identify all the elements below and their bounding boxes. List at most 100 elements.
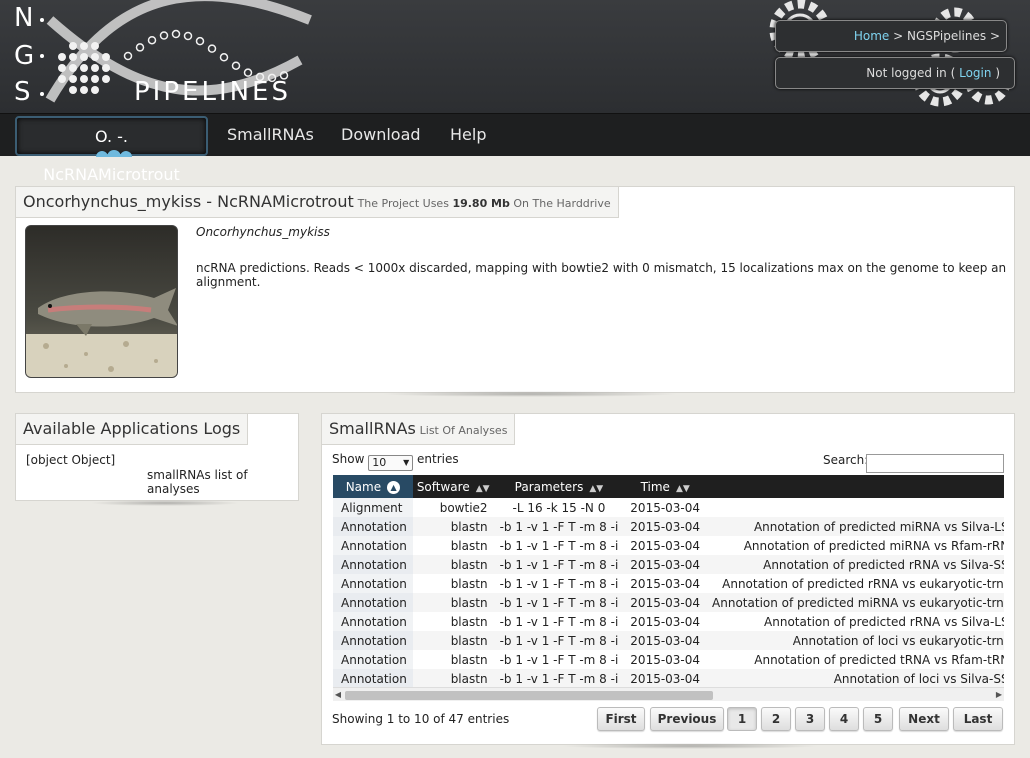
cell-name: Annotation bbox=[333, 631, 413, 650]
horizontal-scrollbar[interactable]: ◀ ▶ bbox=[333, 687, 1004, 701]
login-link[interactable]: Login bbox=[959, 66, 991, 80]
breadcrumb-ngspipelines: NGSPipelines bbox=[907, 29, 987, 43]
scrollbar-thumb[interactable] bbox=[345, 691, 713, 700]
cell-description: Annotation of predicted miRNA vs eukaryo… bbox=[706, 593, 1004, 612]
breadcrumb: Home > NGSPipelines > ngspipelines bbox=[775, 20, 1007, 73]
cell-name: Annotation bbox=[333, 669, 413, 687]
page-length-select[interactable]: 10 ▼ bbox=[368, 455, 414, 471]
analyses-title: SmallRNAs bbox=[329, 419, 416, 438]
cell-time: 2015-03-04 bbox=[624, 650, 707, 669]
table-info: Showing 1 to 10 of 47 entries bbox=[332, 712, 510, 726]
column-header-time[interactable]: Time ▲▼ bbox=[624, 475, 707, 498]
table-row[interactable]: Annotation blastn -b 1 -v 1 -F T -m 8 -i 20… bbox=[333, 612, 1004, 631]
cell-time: 2015-03-04 bbox=[624, 593, 707, 612]
cell-software: blastn bbox=[412, 536, 494, 555]
pagination-page-1[interactable]: 1 bbox=[727, 707, 757, 731]
panel-shadow bbox=[560, 743, 820, 749]
table-row[interactable]: Annotation blastn -b 1 -v 1 -F T -m 8 -i 20… bbox=[333, 574, 1004, 593]
column-header-software[interactable]: Software ▲▼ bbox=[412, 475, 494, 498]
cell-description: Annotation of predicted rRNA vs eukaryot… bbox=[706, 574, 1004, 593]
cell-description: Annotation of predicted tRNA vs Rfam-tRN… bbox=[706, 650, 1004, 669]
breadcrumb-separator: > bbox=[989, 29, 1000, 43]
column-label: Software bbox=[416, 479, 470, 494]
login-prefix: Not logged in ( bbox=[866, 66, 956, 80]
cell-software: blastn bbox=[412, 593, 494, 612]
cell-parameters: -b 1 -v 1 -F T -m 8 -i bbox=[493, 612, 625, 631]
column-header-name[interactable]: Name ▲ bbox=[333, 475, 413, 498]
pagination-page-2[interactable]: 2 bbox=[761, 707, 791, 731]
nav-item-help[interactable]: Help bbox=[438, 116, 498, 156]
project-title: Oncorhynchus_mykiss - NcRNAMicrotrout bbox=[23, 192, 354, 211]
cell-parameters: -b 1 -v 1 -F T -m 8 -i bbox=[493, 536, 625, 555]
cell-parameters: -b 1 -v 1 -F T -m 8 -i bbox=[493, 517, 625, 536]
table-row[interactable]: Annotation blastn -b 1 -v 1 -F T -m 8 -i 20… bbox=[333, 536, 1004, 555]
cell-software: blastn bbox=[412, 517, 494, 536]
cell-description: Annotation of predicted miRNA vs Silva-L… bbox=[706, 517, 1004, 536]
pagination-page-5[interactable]: 5 bbox=[863, 707, 893, 731]
logo-letter-g: G bbox=[14, 41, 34, 71]
species-name: Oncorhynchus_mykiss bbox=[196, 225, 330, 239]
cell-name: Annotation bbox=[333, 517, 413, 536]
cell-software: blastn bbox=[412, 650, 494, 669]
login-status: Not logged in ( Login ) bbox=[775, 57, 1015, 89]
scroll-right-icon[interactable]: ▶ bbox=[994, 688, 1004, 702]
cell-parameters: -L 16 -k 15 -N 0 bbox=[493, 498, 625, 517]
cell-description: Annotation of predicted miRNA vs Rfam-rR… bbox=[706, 536, 1004, 555]
cell-time: 2015-03-04 bbox=[624, 536, 707, 555]
site-header: N G S PIPELINES Home > NGSPipelines > ng… bbox=[0, 0, 1030, 113]
table-row[interactable]: Alignment bowtie2 -L 16 -k 15 -N 0 2015-03-… bbox=[333, 498, 1004, 517]
cell-time: 2015-03-04 bbox=[624, 517, 707, 536]
cell-name: Annotation bbox=[333, 612, 413, 631]
table-row[interactable]: Annotation blastn -b 1 -v 1 -F T -m 8 -i 20… bbox=[333, 555, 1004, 574]
pagination-page-3[interactable]: 3 bbox=[795, 707, 825, 731]
table-row[interactable]: Annotation blastn -b 1 -v 1 -F T -m 8 -i 20… bbox=[333, 631, 1004, 650]
logs-panel: Available Applications Logs [object Obje… bbox=[15, 413, 299, 501]
table-row[interactable]: Annotation blastn -b 1 -v 1 -F T -m 8 -i 20… bbox=[333, 650, 1004, 669]
column-header-description[interactable] bbox=[706, 475, 1004, 498]
cell-software: blastn bbox=[412, 574, 494, 593]
cell-name: Annotation bbox=[333, 536, 413, 555]
search-input[interactable] bbox=[866, 454, 1004, 473]
pagination-page-4[interactable]: 4 bbox=[829, 707, 859, 731]
analyses-table-container: Name ▲ Software ▲▼ Parameters ▲▼ Time ▲▼ Ali… bbox=[333, 475, 1004, 687]
cell-name: Annotation bbox=[333, 593, 413, 612]
column-label: Time bbox=[640, 479, 670, 494]
nav-item-download[interactable]: Download bbox=[329, 116, 433, 156]
cell-time: 2015-03-04 bbox=[624, 612, 707, 631]
cell-software: blastn bbox=[412, 612, 494, 631]
breadcrumb-home-link[interactable]: Home bbox=[854, 29, 889, 43]
cell-name: Alignment bbox=[333, 498, 413, 517]
table-row[interactable]: Annotation blastn -b 1 -v 1 -F T -m 8 -i 20… bbox=[333, 593, 1004, 612]
trout-photo-icon bbox=[26, 226, 177, 377]
cell-parameters: -b 1 -v 1 -F T -m 8 -i bbox=[493, 574, 625, 593]
logs-line-1: [object Object] bbox=[26, 453, 116, 467]
cell-time: 2015-03-04 bbox=[624, 574, 707, 593]
pagination-previous-button[interactable]: Previous bbox=[650, 707, 724, 731]
dropdown-arrow-icon: ▼ bbox=[403, 458, 410, 467]
sort-both-icon: ▲▼ bbox=[589, 483, 604, 494]
logs-link[interactable]: smallRNAs list of analyses bbox=[147, 468, 298, 496]
table-row[interactable]: Annotation blastn -b 1 -v 1 -F T -m 8 -i 20… bbox=[333, 669, 1004, 687]
logo-letter-n: N bbox=[14, 3, 33, 33]
pagination-first-button[interactable]: First bbox=[597, 707, 645, 731]
table-row[interactable]: Annotation blastn -b 1 -v 1 -F T -m 8 -i 20… bbox=[333, 517, 1004, 536]
nav-item-smallrnas[interactable]: SmallRNAs bbox=[215, 116, 326, 156]
cell-description: Annotation of loci vs eukaryotic-trnas w… bbox=[706, 631, 1004, 650]
cell-time: 2015-03-04 bbox=[624, 555, 707, 574]
project-description: ncRNA predictions. Reads < 1000x discard… bbox=[196, 261, 1007, 289]
species-image bbox=[25, 225, 178, 378]
cell-parameters: -b 1 -v 1 -F T -m 8 -i bbox=[493, 669, 625, 687]
pagination-last-button[interactable]: Last bbox=[953, 707, 1003, 731]
ngs-pipelines-logo[interactable]: N G S PIPELINES bbox=[10, 0, 340, 110]
project-title-bar: Oncorhynchus_mykiss - NcRNAMicrotrout Th… bbox=[16, 187, 619, 218]
cell-name: Annotation bbox=[333, 555, 413, 574]
logs-title: Available Applications Logs bbox=[23, 419, 241, 438]
pagination-next-button[interactable]: Next bbox=[899, 707, 949, 731]
cell-description bbox=[706, 498, 1004, 517]
scroll-left-icon[interactable]: ◀ bbox=[333, 688, 343, 702]
cell-name: Annotation bbox=[333, 574, 413, 593]
sort-both-icon: ▲▼ bbox=[475, 483, 490, 494]
breadcrumb-separator: > bbox=[893, 29, 904, 43]
usage-prefix: The Project Uses bbox=[357, 197, 449, 210]
column-header-parameters[interactable]: Parameters ▲▼ bbox=[493, 475, 625, 498]
